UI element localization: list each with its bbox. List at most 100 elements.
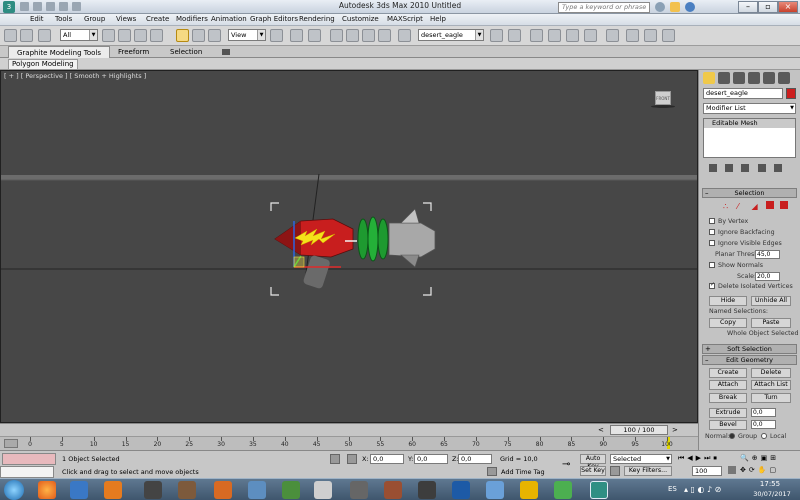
close-button[interactable]: × [778, 1, 798, 13]
app-icon-8[interactable] [486, 481, 504, 499]
rotate-icon[interactable] [192, 29, 205, 42]
render-setup-icon[interactable] [626, 29, 639, 42]
tab-selection[interactable]: Selection [162, 46, 210, 58]
playback-controls[interactable]: ⏮◀▶⏭⏹ [678, 454, 720, 463]
ignore-backfacing-checkbox[interactable]: Ignore Backfacing [709, 229, 775, 236]
3dsmax-taskbar-icon[interactable] [590, 481, 608, 499]
menu-modifiers[interactable]: Modifiers [176, 15, 208, 23]
mirror-icon[interactable] [490, 29, 503, 42]
menu-maxscript[interactable]: MAXScript [387, 15, 423, 23]
language-indicator[interactable]: ES [668, 485, 677, 493]
by-vertex-checkbox[interactable]: By Vertex [709, 218, 748, 225]
menu-customize[interactable]: Customize [342, 15, 379, 23]
reference-coordinate-dropdown[interactable]: View ▼ [228, 29, 266, 41]
search-input[interactable]: Type a keyword or phrase [558, 2, 650, 13]
element-icon[interactable] [779, 201, 788, 209]
time-slider-thumb[interactable]: 100 / 100 [610, 425, 668, 435]
utorrent-icon[interactable] [554, 481, 572, 499]
create-button[interactable]: Create [709, 368, 747, 378]
selection-rollout-header[interactable]: – Selection [702, 188, 797, 198]
app-icon-1[interactable] [214, 481, 232, 499]
x-coordinate-field[interactable]: 0,0 [370, 454, 404, 464]
hide-button[interactable]: Hide [709, 296, 747, 306]
curve-editor-icon[interactable] [566, 29, 579, 42]
layer-manager-icon[interactable] [530, 29, 543, 42]
extrude-spinner[interactable]: 0,0 [751, 408, 776, 417]
ignore-visible-edges-checkbox[interactable]: Ignore Visible Edges [709, 240, 782, 247]
app-icon-9[interactable] [520, 481, 538, 499]
app-icon-2[interactable] [248, 481, 266, 499]
paste-button[interactable]: Paste [751, 318, 791, 328]
pin-stack-icon[interactable] [709, 164, 717, 172]
mini-curve-editor-icon[interactable] [4, 439, 18, 448]
menu-create[interactable]: Create [146, 15, 169, 23]
steam-icon[interactable] [144, 481, 162, 499]
lock-selection-icon[interactable] [330, 454, 340, 464]
tray-icons[interactable]: ▴ ▯ ◐ ♪ ⊘ [684, 485, 721, 494]
delete-isolated-checkbox[interactable]: Delete Isolated Vertices [709, 283, 793, 290]
render-production-icon[interactable] [662, 29, 675, 42]
maxscript-mini-input[interactable] [0, 466, 54, 478]
keyboard-shortcut-icon[interactable] [308, 29, 321, 42]
menu-help[interactable]: Help [430, 15, 446, 23]
remove-modifier-icon[interactable] [757, 164, 766, 172]
trackbar[interactable]: 0 5 10 15 20 25 30 35 40 45 50 55 60 65 70 75 80 85 90 95 10… [0, 436, 698, 450]
scale-icon[interactable] [208, 29, 221, 42]
absolute-mode-icon[interactable] [347, 454, 357, 464]
game-icon[interactable] [178, 481, 196, 499]
group-radio[interactable]: Group [729, 433, 757, 440]
redo-icon[interactable] [20, 29, 33, 42]
face-icon[interactable]: ◢ [751, 203, 759, 211]
app-icon-7[interactable] [418, 481, 436, 499]
add-time-tag-icon[interactable] [487, 467, 497, 476]
attach-list-button[interactable]: Attach List [751, 380, 791, 390]
maximize-button[interactable]: ▫ [758, 1, 778, 13]
time-next-icon[interactable]: > [672, 426, 678, 434]
motion-tab-icon[interactable] [748, 72, 760, 84]
star-icon[interactable] [670, 2, 680, 12]
utilities-tab-icon[interactable] [778, 72, 790, 84]
app-icon-5[interactable] [350, 481, 368, 499]
help-icon[interactable] [685, 2, 695, 12]
spinner-snap-icon[interactable] [378, 29, 391, 42]
edit-geometry-rollout-header[interactable]: – Edit Geometry [702, 355, 797, 365]
scale-spinner[interactable]: 20,0 [755, 272, 780, 281]
key-mode-dropdown[interactable]: Selected ▼ [610, 454, 672, 464]
photoshop-icon[interactable] [452, 481, 470, 499]
menu-edit[interactable]: Edit [30, 15, 44, 23]
extrude-button[interactable]: Extrude [709, 408, 747, 418]
attach-button[interactable]: Attach [709, 380, 747, 390]
menu-tools[interactable]: Tools [55, 15, 72, 23]
angle-snap-icon[interactable] [346, 29, 359, 42]
minimize-button[interactable]: – [738, 1, 758, 13]
bevel-spinner[interactable]: 0,0 [751, 420, 776, 429]
ray-gun-model[interactable] [274, 208, 436, 289]
key-icon[interactable]: ⊸ [562, 459, 570, 470]
add-time-tag-button[interactable]: Add Time Tag [501, 468, 545, 476]
object-name-field[interactable]: desert_eagle [703, 88, 783, 99]
copy-button[interactable]: Copy [709, 318, 747, 328]
delete-button[interactable]: Delete [751, 368, 791, 378]
viewport-nav-controls-2[interactable]: ✥⟳✋▢ [740, 466, 779, 474]
modifier-stack[interactable]: Editable Mesh [703, 118, 796, 158]
link-icon[interactable] [38, 29, 51, 42]
app-icon-4[interactable] [314, 481, 332, 499]
rendered-frame-icon[interactable] [644, 29, 657, 42]
polygon-modeling-panel[interactable]: Polygon Modeling [8, 59, 78, 70]
show-normals-checkbox[interactable]: Show Normals [709, 262, 763, 269]
pivot-center-icon[interactable] [270, 29, 283, 42]
time-prev-icon[interactable]: < [598, 426, 604, 434]
unhide-all-button[interactable]: Unhide All [751, 296, 791, 306]
tab-graphite-modeling-tools[interactable]: Graphite Modeling Tools [8, 46, 111, 58]
maxscript-listener[interactable] [2, 453, 56, 465]
turn-button[interactable]: Turn [751, 393, 791, 403]
material-editor-icon[interactable] [606, 29, 619, 42]
create-tab-icon[interactable] [703, 72, 715, 84]
clock-time[interactable]: 17:55 [750, 480, 790, 488]
firefox-icon[interactable] [38, 481, 56, 499]
vertex-icon[interactable]: ∴ [723, 203, 731, 211]
stack-item-editable-mesh[interactable]: Editable Mesh [704, 119, 795, 128]
menu-views[interactable]: Views [116, 15, 136, 23]
bevel-button[interactable]: Bevel [709, 420, 747, 430]
time-slider[interactable]: 100 / 100 < > [0, 423, 698, 436]
